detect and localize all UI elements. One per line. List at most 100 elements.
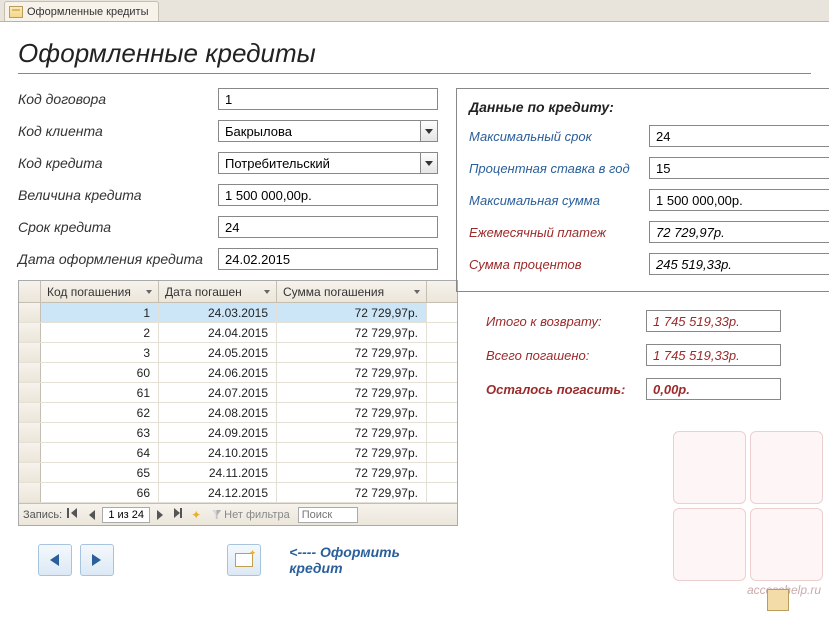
cell-payment-id[interactable]: 1 (41, 303, 159, 322)
issue-date-input[interactable] (218, 248, 438, 270)
cell-payment-sum[interactable]: 72 729,97р. (277, 303, 427, 322)
interest-value[interactable] (649, 253, 829, 275)
row-selector[interactable] (19, 323, 41, 342)
cell-payment-sum[interactable]: 72 729,97р. (277, 483, 427, 502)
row-selector-header[interactable] (19, 281, 41, 302)
credit-code-input[interactable] (218, 152, 420, 174)
cell-payment-id[interactable]: 63 (41, 423, 159, 442)
col-payment-id[interactable]: Код погашения (41, 281, 159, 302)
row-selector[interactable] (19, 363, 41, 382)
cell-payment-id[interactable]: 66 (41, 483, 159, 502)
cell-payment-id[interactable]: 65 (41, 463, 159, 482)
max-sum-label: Максимальная сумма (469, 193, 649, 208)
next-icon (157, 510, 163, 520)
cell-payment-date[interactable]: 24.03.2015 (159, 303, 277, 322)
cell-payment-date[interactable]: 24.07.2015 (159, 383, 277, 402)
search-input[interactable] (298, 507, 358, 523)
interest-label: Сумма процентов (469, 257, 649, 272)
table-row[interactable]: 6524.11.201572 729,97р. (19, 463, 457, 483)
cell-payment-sum[interactable]: 72 729,97р. (277, 383, 427, 402)
client-code-label: Код клиента (18, 123, 218, 139)
col-payment-date[interactable]: Дата погашен (159, 281, 277, 302)
prev-icon (89, 510, 95, 520)
new-credit-button[interactable] (227, 544, 261, 576)
table-row[interactable]: 124.03.201572 729,97р. (19, 303, 457, 323)
row-selector[interactable] (19, 443, 41, 462)
funnel-icon (212, 510, 221, 519)
prev-record-button[interactable] (38, 544, 72, 576)
contract-code-input[interactable] (218, 88, 438, 110)
nav-next-button[interactable] (152, 507, 168, 523)
table-row[interactable]: 6024.06.201572 729,97р. (19, 363, 457, 383)
nav-first-button[interactable] (66, 507, 82, 523)
record-navigator: Запись: ✦ Нет фильтра (19, 503, 457, 525)
nav-new-button[interactable]: ✦ (188, 507, 204, 523)
credit-code-label: Код кредита (18, 155, 218, 171)
cell-payment-date[interactable]: 24.04.2015 (159, 323, 277, 342)
nav-prev-button[interactable] (84, 507, 100, 523)
cell-payment-date[interactable]: 24.11.2015 (159, 463, 277, 482)
credit-amount-input[interactable] (218, 184, 438, 206)
row-selector[interactable] (19, 403, 41, 422)
filter-indicator[interactable]: Нет фильтра (212, 509, 290, 521)
cell-payment-sum[interactable]: 72 729,97р. (277, 463, 427, 482)
credit-data-panel: Данные по кредиту: Максимальный срок Про… (456, 88, 829, 292)
cell-payment-date[interactable]: 24.10.2015 (159, 443, 277, 462)
table-row[interactable]: 6224.08.201572 729,97р. (19, 403, 457, 423)
monthly-value[interactable] (649, 221, 829, 243)
client-code-dropdown[interactable] (420, 120, 438, 142)
table-row[interactable]: 6424.10.201572 729,97р. (19, 443, 457, 463)
record-position[interactable] (102, 507, 150, 523)
row-selector[interactable] (19, 463, 41, 482)
cell-payment-sum[interactable]: 72 729,97р. (277, 403, 427, 422)
exit-icon[interactable] (767, 589, 789, 611)
cell-payment-id[interactable]: 2 (41, 323, 159, 342)
total-due-value[interactable] (646, 310, 781, 332)
new-record-icon (235, 553, 253, 567)
paid-value[interactable] (646, 344, 781, 366)
table-row[interactable]: 324.05.201572 729,97р. (19, 343, 457, 363)
cell-payment-date[interactable]: 24.05.2015 (159, 343, 277, 362)
tab-loans[interactable]: Оформленные кредиты (4, 1, 159, 21)
cell-payment-sum[interactable]: 72 729,97р. (277, 323, 427, 342)
chevron-down-icon (146, 290, 152, 294)
max-term-value[interactable] (649, 125, 829, 147)
cell-payment-id[interactable]: 62 (41, 403, 159, 422)
credit-term-input[interactable] (218, 216, 438, 238)
row-selector[interactable] (19, 383, 41, 402)
cell-payment-id[interactable]: 3 (41, 343, 159, 362)
cell-payment-sum[interactable]: 72 729,97р. (277, 343, 427, 362)
cell-payment-date[interactable]: 24.09.2015 (159, 423, 277, 442)
row-selector[interactable] (19, 303, 41, 322)
cell-payment-sum[interactable]: 72 729,97р. (277, 363, 427, 382)
table-row[interactable]: 6124.07.201572 729,97р. (19, 383, 457, 403)
table-row[interactable]: 224.04.201572 729,97р. (19, 323, 457, 343)
client-code-input[interactable] (218, 120, 420, 142)
remaining-value[interactable] (646, 378, 781, 400)
max-sum-value[interactable] (649, 189, 829, 211)
credit-term-label: Срок кредита (18, 219, 218, 235)
cell-payment-id[interactable]: 61 (41, 383, 159, 402)
row-selector[interactable] (19, 343, 41, 362)
cell-payment-id[interactable]: 64 (41, 443, 159, 462)
row-selector[interactable] (19, 483, 41, 502)
cell-payment-sum[interactable]: 72 729,97р. (277, 423, 427, 442)
panel-title: Данные по кредиту: (469, 99, 829, 115)
table-row[interactable]: 6624.12.201572 729,97р. (19, 483, 457, 503)
credit-code-dropdown[interactable] (420, 152, 438, 174)
col-payment-sum[interactable]: Сумма погашения (277, 281, 427, 302)
cell-payment-date[interactable]: 24.12.2015 (159, 483, 277, 502)
cell-payment-sum[interactable]: 72 729,97р. (277, 443, 427, 462)
next-record-button[interactable] (80, 544, 114, 576)
cell-payment-date[interactable]: 24.08.2015 (159, 403, 277, 422)
row-selector[interactable] (19, 423, 41, 442)
cell-payment-id[interactable]: 60 (41, 363, 159, 382)
nav-last-button[interactable] (170, 507, 186, 523)
cell-payment-date[interactable]: 24.06.2015 (159, 363, 277, 382)
table-row[interactable]: 6324.09.201572 729,97р. (19, 423, 457, 443)
rate-value[interactable] (649, 157, 829, 179)
title-divider (18, 73, 811, 74)
paid-label: Всего погашено: (486, 348, 646, 363)
max-term-label: Максимальный срок (469, 129, 649, 144)
chevron-down-icon (414, 290, 420, 294)
